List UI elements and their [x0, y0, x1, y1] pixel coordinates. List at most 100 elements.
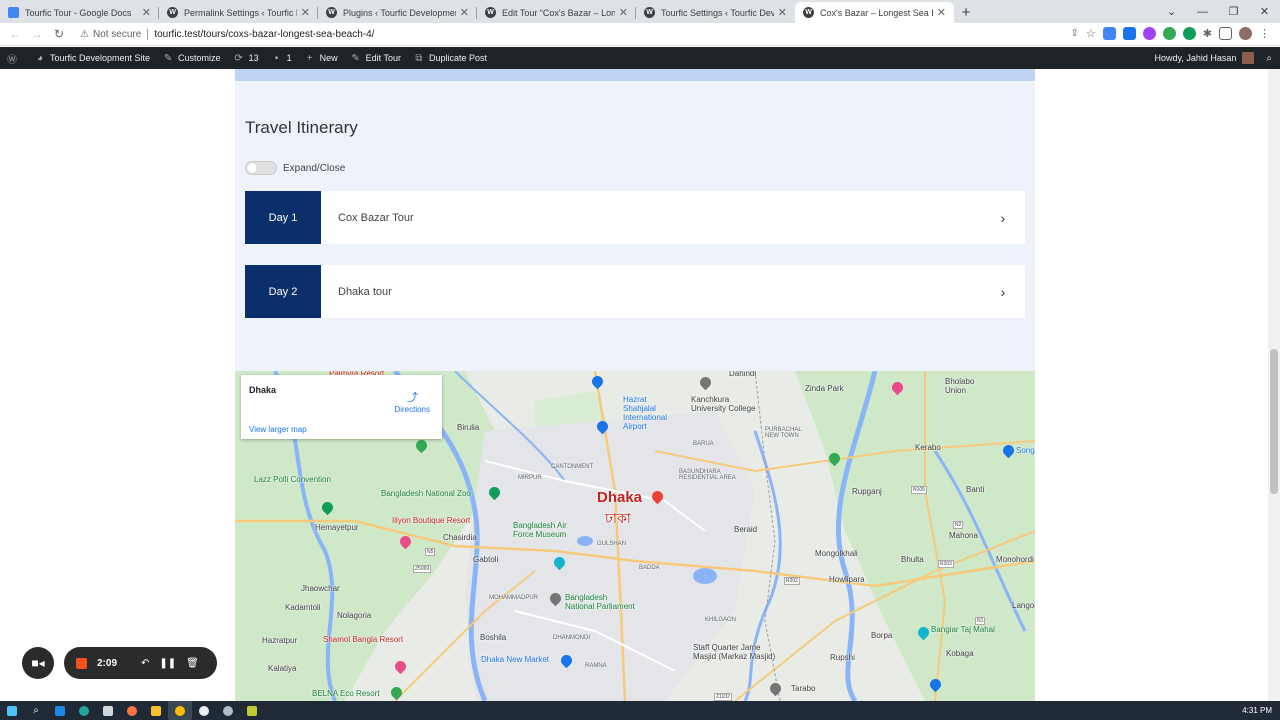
address-bar[interactable]: ⚠ Not secure tourfic.test/tours/coxs-baz… [80, 28, 374, 40]
window-controls: ⌄ — ❐ ✕ [1156, 0, 1280, 23]
url-text[interactable]: tourfic.test/tours/coxs-bazar-longest-se… [154, 29, 374, 40]
taskbar-clock[interactable]: 4:31 PM [1242, 701, 1272, 720]
view-larger-map-link[interactable]: View larger map [249, 425, 307, 434]
reload-icon[interactable]: ↻ [48, 27, 70, 41]
wp-admin-bar: Ⓦ ◕ Tourfic Development Site ✎ Customize… [0, 47, 1280, 69]
expand-close-toggle[interactable] [245, 161, 277, 175]
chevron-right-icon[interactable]: › [981, 284, 1025, 300]
itinerary-heading: Travel Itinerary [245, 118, 358, 137]
side-panel-icon[interactable] [1219, 27, 1232, 40]
wp-logo-menu[interactable]: Ⓦ [0, 47, 28, 69]
customize-label: Customize [178, 53, 221, 63]
duplicate-post-link[interactable]: ⧉ Duplicate Post [407, 47, 493, 69]
extension-icon[interactable] [1142, 27, 1156, 40]
app-icon[interactable] [216, 701, 240, 720]
stop-recording-button[interactable] [76, 657, 87, 669]
close-tab-icon[interactable]: ✕ [301, 6, 310, 19]
windows-start-icon[interactable] [0, 701, 24, 720]
pencil-icon: ✎ [351, 52, 360, 64]
page-scrollbar[interactable] [1268, 69, 1280, 701]
new-label: New [319, 53, 338, 63]
directions-icon[interactable]: ⤴ [407, 389, 419, 404]
tab-search-icon[interactable]: ⌄ [1156, 0, 1187, 23]
site-name-menu[interactable]: ◕ Tourfic Development Site [28, 47, 156, 69]
back-arrow-icon[interactable]: ← [4, 27, 26, 41]
extension-icon[interactable] [1182, 27, 1196, 40]
extension-icon[interactable] [1122, 27, 1136, 40]
undo-icon[interactable]: ↶ [141, 658, 149, 669]
wordpress-icon: W [167, 7, 178, 18]
wordpress-icon: W [644, 7, 655, 18]
browser-tab[interactable]: W Edit Tour “Cox's Bazar – Longest ✕ [477, 2, 636, 23]
comments-menu[interactable]: ▪ 1 [265, 47, 298, 69]
browser-tab[interactable]: W Tourfic Settings ‹ Tourfic Develop ✕ [636, 2, 795, 23]
camera-toggle-button[interactable]: ■◂ [22, 647, 54, 679]
edit-tour-link[interactable]: ✎ Edit Tour [344, 47, 407, 69]
chevron-right-icon[interactable]: › [981, 210, 1025, 226]
close-tab-icon[interactable]: ✕ [619, 6, 628, 19]
itinerary-day-row[interactable]: Day 2 Dhaka tour › [245, 265, 1025, 318]
edge-icon[interactable] [72, 701, 96, 720]
section-divider [235, 69, 1035, 81]
browser-tab[interactable]: W Permalink Settings ‹ Tourfic Deve ✕ [159, 2, 318, 23]
profile-avatar[interactable] [1239, 27, 1252, 40]
forward-arrow-icon[interactable]: → [26, 27, 48, 41]
bookmark-star-icon[interactable]: ☆ [1086, 27, 1096, 40]
close-tab-icon[interactable]: ✕ [778, 6, 787, 19]
tab-title: Permalink Settings ‹ Tourfic Deve [184, 7, 297, 18]
google-map-embed[interactable]: Palmyra Resort Dahindi Zinda Park Bholab… [235, 371, 1035, 701]
extension-icon[interactable] [1162, 27, 1176, 40]
tour-content-container: Travel Itinerary Expand/Close Day 1 Cox … [235, 69, 1035, 701]
new-content-menu[interactable]: + New [298, 47, 344, 69]
new-tab-button[interactable]: + [954, 2, 978, 23]
restore-icon[interactable]: ❐ [1218, 0, 1249, 23]
itinerary-day-row[interactable]: Day 1 Cox Bazar Tour › [245, 191, 1025, 244]
camera-icon: ■◂ [31, 656, 45, 670]
tab-title: Plugins ‹ Tourfic Development Si [343, 7, 456, 18]
chrome-icon[interactable] [168, 701, 192, 720]
close-tab-icon[interactable]: ✕ [142, 6, 151, 19]
account-menu[interactable]: Howdy, Jahid Hasan ⌕ [1155, 47, 1272, 69]
file-explorer-icon[interactable] [144, 701, 168, 720]
customize-menu[interactable]: ✎ Customize [156, 47, 227, 69]
extension-icon[interactable] [1102, 27, 1116, 40]
app-icon[interactable] [96, 701, 120, 720]
close-tab-icon[interactable]: ✕ [460, 6, 469, 19]
menu-dots-icon[interactable]: ⋮ [1259, 27, 1270, 40]
day-title: Dhaka tour [338, 285, 392, 298]
avatar [1242, 52, 1255, 64]
scrollbar-thumb[interactable] [1270, 349, 1278, 494]
search-icon[interactable]: ⌕ [1266, 53, 1272, 64]
notes-icon[interactable] [240, 701, 264, 720]
brush-icon: ✎ [163, 52, 173, 64]
wordpress-icon: W [326, 7, 337, 18]
close-tab-icon[interactable]: ✕ [937, 6, 946, 19]
comments-count: 1 [286, 53, 292, 63]
map-city-label: Dhaka [597, 489, 643, 506]
updates-menu[interactable]: ⟳ 13 [227, 47, 265, 69]
site-name: Tourfic Development Site [50, 53, 151, 63]
toggle-label: Expand/Close [283, 162, 346, 174]
directions-link[interactable]: Directions [394, 405, 430, 414]
browser-tab-active[interactable]: W Cox's Bazar – Longest Sea Beach ✕ [795, 2, 954, 23]
recorder-controls: 2:09 ↶ ❚❚ 🗑 [64, 647, 217, 679]
howdy-label: Howdy, Jahid Hasan [1154, 53, 1237, 63]
share-icon[interactable]: ⇪ [1071, 28, 1079, 39]
map-city-label-bn: ঢাকা [605, 510, 631, 526]
browser-tab[interactable]: Tourfic Tour - Google Docs ✕ [0, 2, 159, 23]
trash-icon[interactable]: 🗑 [186, 658, 199, 669]
pause-icon[interactable]: ❚❚ [159, 658, 176, 669]
close-window-icon[interactable]: ✕ [1249, 0, 1280, 23]
browser-tab[interactable]: W Plugins ‹ Tourfic Development Si ✕ [318, 2, 477, 23]
minimize-icon[interactable]: — [1187, 0, 1218, 23]
app-icon[interactable] [192, 701, 216, 720]
vscode-icon[interactable] [48, 701, 72, 720]
day-badge: Day 1 [245, 191, 321, 244]
search-icon[interactable]: ⌕ [24, 701, 48, 720]
duplicate-post-label: Duplicate Post [428, 53, 487, 63]
firefox-icon[interactable] [120, 701, 144, 720]
tab-title: Tourfic Tour - Google Docs [25, 7, 132, 18]
tab-title: Cox's Bazar – Longest Sea Beach [820, 7, 933, 18]
puzzle-icon[interactable]: ✱ [1203, 27, 1212, 40]
wordpress-logo-icon: Ⓦ [7, 54, 17, 66]
